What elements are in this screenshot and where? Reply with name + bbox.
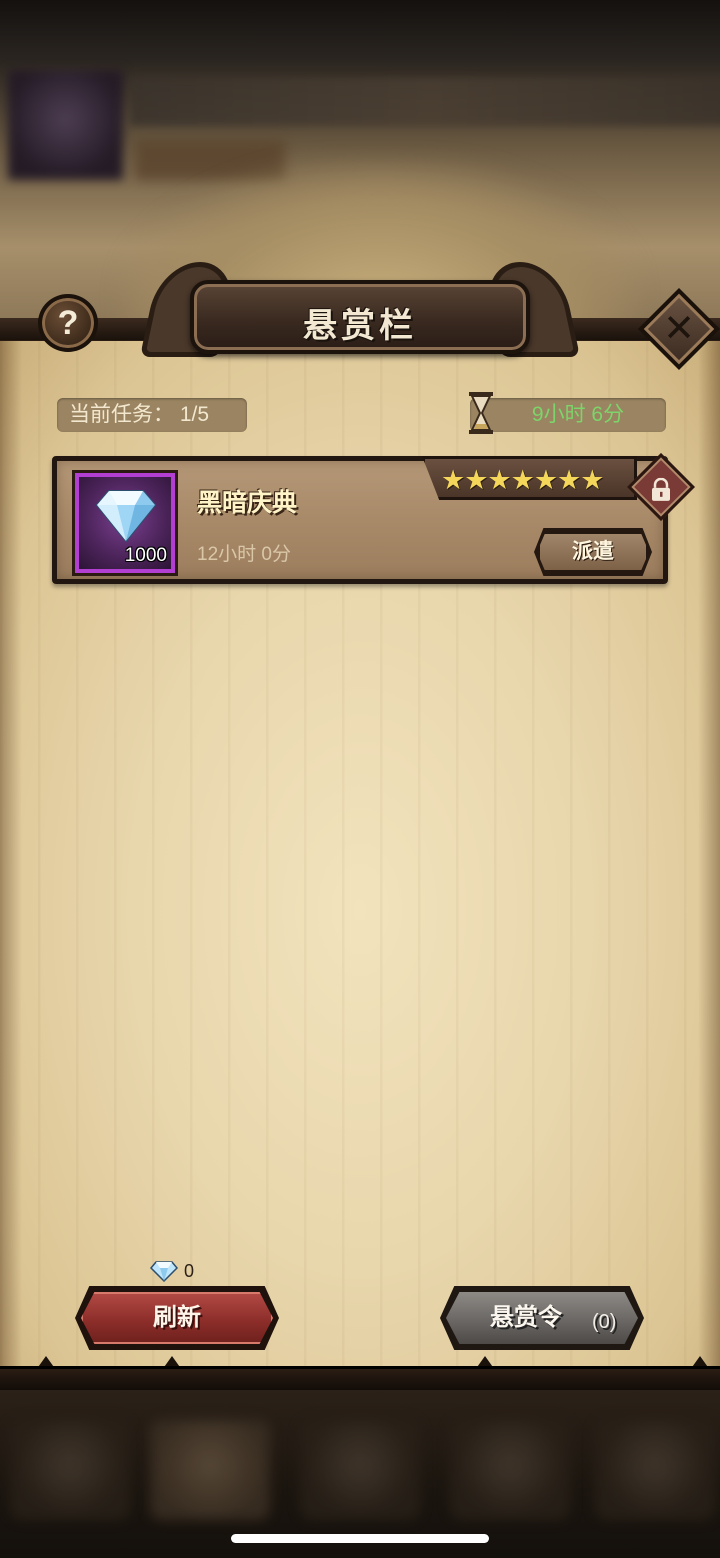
bottom-rail — [0, 1366, 720, 1390]
reward-slot[interactable]: 1000 — [75, 473, 175, 573]
nav-item-3[interactable] — [300, 1420, 420, 1520]
home-indicator[interactable] — [231, 1534, 489, 1543]
dispatch-button[interactable]: 派遣 — [537, 531, 649, 573]
title-banner: 悬赏栏 — [139, 262, 581, 360]
task-count-label: 当前任务： — [69, 403, 174, 426]
task-card[interactable]: 1000 黑暗庆典 12小时 0分 ★★★★★★★ 派遣 — [52, 453, 695, 584]
nav-item-5[interactable] — [595, 1420, 715, 1520]
bounty-order-button[interactable]: 悬赏令 (0) — [446, 1292, 638, 1344]
close-icon: ✕ — [663, 308, 695, 350]
blurred-avatar — [8, 70, 123, 180]
refresh-cost: 0 — [150, 1258, 194, 1284]
task-duration: 12小时 0分 — [197, 544, 291, 565]
page-title: 悬赏栏 — [303, 307, 417, 345]
star-rating: ★★★★★★★ — [441, 465, 604, 495]
refresh-timer: 9小时 6分 — [470, 398, 666, 432]
refresh-button[interactable]: 刷新 — [81, 1292, 273, 1344]
hourglass-icon — [469, 392, 493, 434]
nav-item-2[interactable] — [150, 1420, 270, 1520]
reward-quantity: 1000 — [124, 545, 167, 566]
refresh-label: 刷新 — [153, 1304, 201, 1331]
timer-text: 9小时 6分 — [531, 403, 625, 426]
diamond-icon — [150, 1261, 178, 1282]
bounty-order-label: 悬赏令 — [490, 1304, 562, 1331]
nav-item-4[interactable] — [450, 1420, 570, 1520]
blurred-resource-bar — [130, 78, 720, 126]
diamond-icon — [95, 490, 157, 543]
bounty-order-count: (0) — [592, 1311, 617, 1333]
help-button[interactable]: ? — [38, 294, 98, 352]
task-count-value: 1/5 — [179, 403, 210, 426]
refresh-cost-value: 0 — [184, 1260, 195, 1281]
question-icon: ? — [57, 304, 79, 342]
lock-icon — [652, 477, 670, 501]
bottom-nav — [0, 1390, 720, 1558]
nav-item-1[interactable] — [10, 1420, 130, 1520]
task-name: 黑暗庆典 — [197, 489, 298, 517]
current-task-count: 当前任务： 1/5 — [57, 398, 247, 432]
